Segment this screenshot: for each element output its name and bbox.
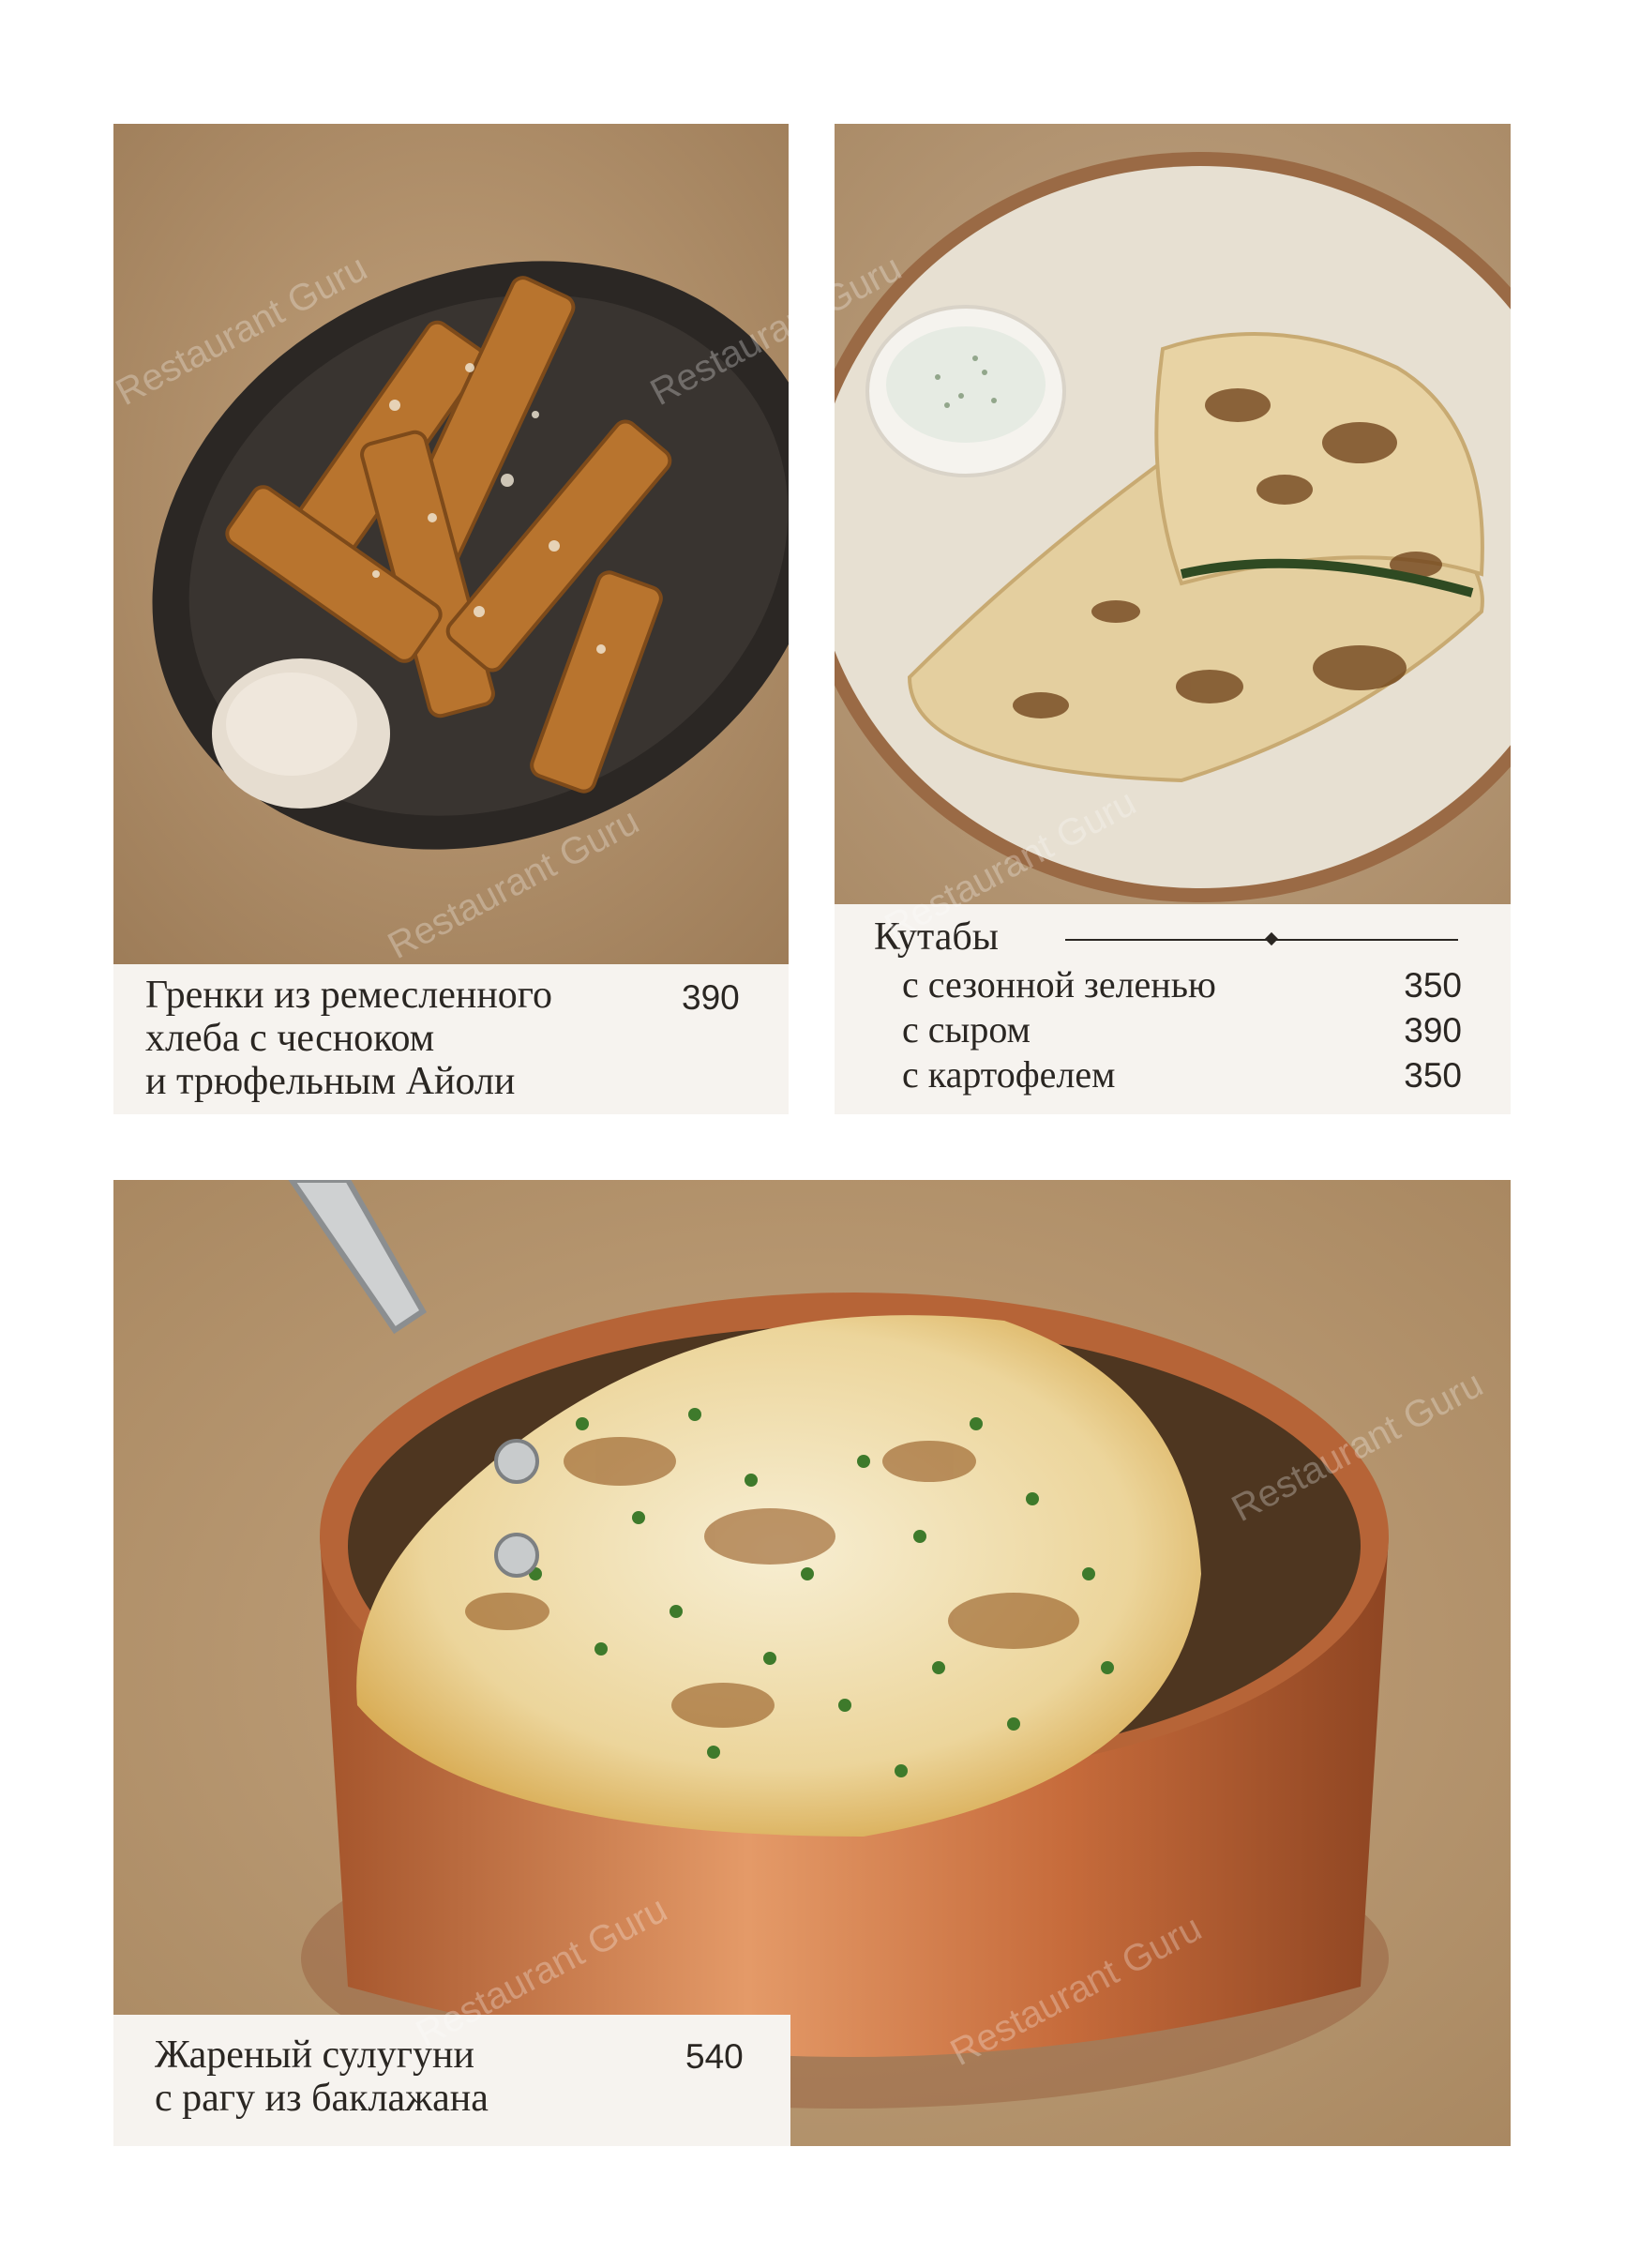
- croutons-name-line-1: Гренки из ремесленного: [145, 974, 552, 1017]
- suluguni-caption: Жареный сулугуни с рагу из баклажана 540: [113, 2015, 790, 2146]
- croutons-caption: Гренки из ремесленного хлеба с чесноком …: [113, 964, 789, 1114]
- kutaby-variant-price: 350: [1404, 966, 1462, 1005]
- suluguni-name-line-2: с рагу из баклажана: [155, 2077, 489, 2120]
- kutaby-variant-row: с картофелем 350: [835, 1052, 1511, 1097]
- kutaby-variant-name: с картофелем: [902, 1053, 1116, 1096]
- croutons-name-line-2: хлеба с чесноком: [145, 1017, 435, 1060]
- kutaby-photo: [835, 124, 1511, 904]
- kutaby-variant-price: 390: [1404, 1011, 1462, 1050]
- kutaby-divider: [1065, 939, 1458, 941]
- kutaby-title: Кутабы: [874, 915, 999, 959]
- kutaby-variant-row: с сезонной зеленью 350: [835, 962, 1511, 1007]
- suluguni-photo: [113, 1180, 1511, 2146]
- kutaby-variant-name: с сыром: [902, 1008, 1031, 1051]
- kutaby-variant-name: с сезонной зеленью: [902, 963, 1216, 1005]
- kutaby-caption: Кутабы с сезонной зеленью 350 с сыром 39…: [835, 904, 1511, 1114]
- croutons-price: 390: [682, 978, 740, 1017]
- croutons-photo: [113, 124, 789, 964]
- kutaby-variant-price: 350: [1404, 1056, 1462, 1095]
- suluguni-name: Жареный сулугуни с рагу из баклажана: [155, 2034, 489, 2120]
- suluguni-name-line-1: Жареный сулугуни: [155, 2034, 474, 2077]
- kutaby-variant-row: с сыром 390: [835, 1007, 1511, 1052]
- croutons-name: Гренки из ремесленного хлеба с чесноком …: [145, 974, 552, 1103]
- suluguni-price: 540: [685, 2037, 744, 2076]
- croutons-name-line-3: и трюфельным Айоли: [145, 1060, 516, 1103]
- kutaby-divider-diamond: [1264, 931, 1279, 946]
